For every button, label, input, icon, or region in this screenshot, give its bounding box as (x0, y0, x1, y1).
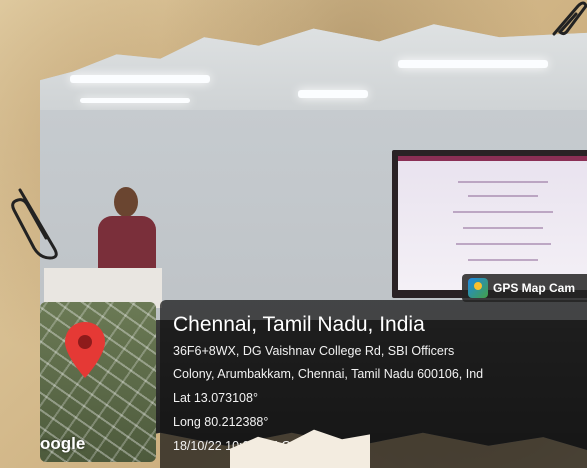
paperclip-icon (11, 188, 58, 260)
ceiling-light (398, 60, 548, 68)
badge-label: GPS Map Cam (493, 281, 576, 295)
map-watermark: oogle (40, 434, 86, 453)
speaker-head (114, 187, 138, 217)
latitude: Lat 13.073108° (173, 391, 258, 405)
longitude: Long 80.212388° (173, 415, 269, 429)
address-line-1: 36F6+8WX, DG Vaishnav College Rd, SBI Of… (173, 344, 455, 358)
paperclip-icon (552, 1, 587, 36)
slide-content (398, 156, 587, 290)
gps-map-cam-icon (468, 278, 488, 298)
gps-map-cam-badge: GPS Map Cam (462, 274, 587, 302)
map-thumbnail: oogle (40, 302, 156, 462)
speaker-body (98, 216, 156, 276)
ceiling-light (80, 98, 190, 103)
ceiling-light (298, 90, 368, 98)
map-pin-icon (65, 322, 105, 378)
ceiling-light (70, 75, 210, 83)
address-line-2: Colony, Arumbakkam, Chennai, Tamil Nadu … (173, 367, 484, 381)
location-title: Chennai, Tamil Nadu, India (173, 313, 425, 336)
